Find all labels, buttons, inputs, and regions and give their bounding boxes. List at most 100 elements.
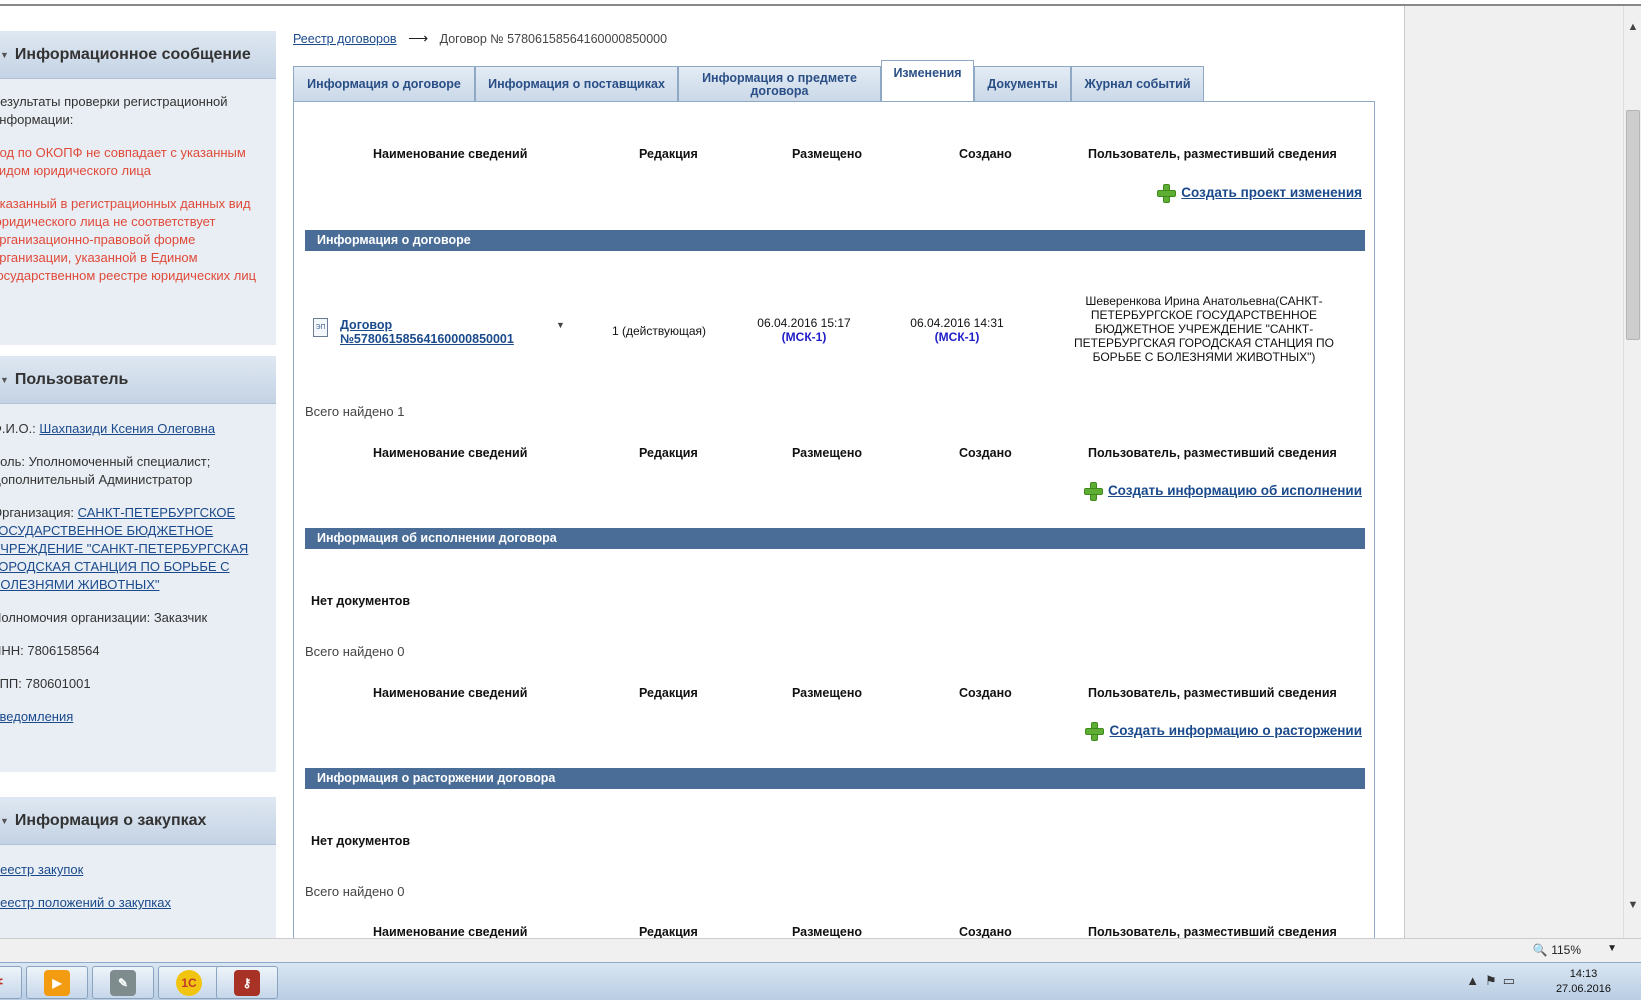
- row-placed: 06.04.2016 15:17 (МСК-1): [734, 316, 874, 344]
- row-edition: 1 (действующая): [611, 324, 707, 338]
- scroll-up-icon[interactable]: ▲: [1624, 18, 1641, 36]
- info-message-header[interactable]: ▼ Информационное сообщение: [0, 31, 276, 79]
- col-name: Наименование сведений: [373, 686, 528, 700]
- created-timezone: (МСК-1): [934, 330, 980, 344]
- placed-date: 06.04.2016 15:17: [757, 316, 851, 330]
- scrollbar-thumb[interactable]: [1626, 110, 1640, 340]
- col-name: Наименование сведений: [373, 446, 528, 460]
- no-documents-text: Нет документов: [311, 834, 411, 848]
- found-count: Всего найдено 0: [305, 644, 405, 659]
- plus-icon: [1085, 722, 1105, 741]
- col-edition: Редакция: [639, 147, 698, 161]
- contract-link-line1: Договор: [340, 318, 393, 332]
- col-edition: Редакция: [639, 686, 698, 700]
- page-margin-right: [1404, 6, 1623, 938]
- row-created: 06.04.2016 14:31 (МСК-1): [887, 316, 1027, 344]
- col-user: Пользователь, разместивший сведения: [1088, 686, 1337, 700]
- table-header: Наименование сведений Редакция Размещено…: [294, 147, 1374, 167]
- no-documents-text: Нет документов: [311, 594, 411, 608]
- procurement-header[interactable]: ▼ Информация о закупках: [0, 797, 276, 845]
- user-title: Пользователь: [14, 370, 129, 388]
- taskbar-item-1c[interactable]: 1С: [158, 966, 220, 999]
- procurement-title: Информация о закупках: [14, 811, 207, 829]
- tab-changes[interactable]: Изменения: [881, 60, 974, 102]
- user-fio-link[interactable]: Шахпазиди Ксения Олеговна: [39, 421, 215, 436]
- plus-icon: [1157, 184, 1177, 203]
- user-role: Роль: Уполномоченный специалист; Дополни…: [0, 454, 211, 487]
- procurement-panel: ▼ Информация о закупках Реестр закупок Р…: [0, 797, 276, 938]
- tab-subject-info[interactable]: Информация о предмете договора: [678, 66, 881, 102]
- tab-suppliers-info[interactable]: Информация о поставщиках: [475, 66, 678, 102]
- contracts-registry-link[interactable]: Реестр договоров: [293, 32, 397, 46]
- taskbar-item-scissors[interactable]: ✂: [0, 966, 22, 999]
- table-row: ЭП Договор №57806158564160000850001 ▼ 1 …: [294, 292, 1374, 364]
- col-placed: Размещено: [792, 925, 863, 938]
- create-change-project-button[interactable]: Создать проект изменения: [1157, 184, 1362, 203]
- contract-document-link[interactable]: Договор №57806158564160000850001: [340, 318, 514, 346]
- taskbar-item-media-player[interactable]: ▶: [26, 966, 88, 999]
- org-kpp: КПП: 780601001: [0, 676, 91, 691]
- taskbar-item-tools[interactable]: ✎: [92, 966, 154, 999]
- col-created: Создано: [959, 925, 1012, 938]
- 1c-icon: 1С: [176, 969, 202, 996]
- vertical-scrollbar[interactable]: ▲ ▼: [1623, 6, 1641, 938]
- clock-time: 14:13: [1569, 968, 1598, 980]
- regulations-registry-link[interactable]: Реестр положений о закупках: [0, 895, 171, 910]
- zoom-level[interactable]: 🔍 115%: [1533, 943, 1581, 957]
- col-user: Пользователь, разместивший сведения: [1088, 147, 1337, 161]
- create-execution-info-button[interactable]: Создать информацию об исполнении: [1083, 482, 1362, 501]
- scroll-down-icon[interactable]: ▼: [1624, 896, 1641, 914]
- browser-status-bar: 🔍 115% ▼: [0, 938, 1641, 962]
- col-placed: Размещено: [792, 686, 863, 700]
- contract-link-line2: №57806158564160000850001: [340, 332, 514, 346]
- row-user: Шеверенкова Ирина Анатольевна(САНКТ-ПЕТЕ…: [1074, 294, 1334, 364]
- key-icon: ⚷: [234, 969, 260, 996]
- table-header: Наименование сведений Редакция Размещено…: [294, 686, 1374, 706]
- breadcrumb-current: Договор № 57806158564160000850000: [439, 32, 668, 46]
- info-message-title: Информационное сообщение: [14, 45, 251, 63]
- create-execution-info-label: Создать информацию об исполнении: [1107, 483, 1362, 498]
- tab-event-log[interactable]: Журнал событий: [1071, 66, 1204, 102]
- table-header: Наименование сведений Редакция Размещено…: [294, 446, 1374, 466]
- collapse-icon[interactable]: ▼: [0, 50, 9, 60]
- org-inn: ИНН: 7806158564: [0, 643, 100, 658]
- clock[interactable]: 14:13 27.06.2016: [1556, 967, 1611, 997]
- notifications-link[interactable]: Уведомления: [0, 709, 73, 724]
- tray-icons[interactable]: ▲⚑▭: [1466, 973, 1521, 989]
- egrul-error-text: Указанный в регистрационных данных вид ю…: [0, 196, 257, 283]
- user-header[interactable]: ▼ Пользователь: [0, 356, 276, 404]
- system-tray: ▲⚑▭ 14:13 27.06.2016: [1441, 963, 1641, 1000]
- row-menu-arrow-icon[interactable]: ▼: [556, 320, 565, 330]
- collapse-icon[interactable]: ▼: [0, 816, 9, 826]
- col-created: Создано: [959, 686, 1012, 700]
- plus-icon: [1083, 482, 1103, 501]
- create-termination-info-button[interactable]: Создать информацию о расторжении: [1085, 722, 1362, 741]
- tab-contract-info[interactable]: Информация о договоре: [293, 66, 475, 102]
- zoom-dropdown-icon[interactable]: ▼: [1607, 943, 1617, 954]
- tab-bar: Информация о договоре Информация о поста…: [293, 60, 1375, 102]
- breadcrumb: Реестр договоров ⟶ Договор № 57806158564…: [293, 30, 667, 47]
- col-user: Пользователь, разместивший сведения: [1088, 925, 1337, 938]
- okopf-error-text: Код по ОКОПФ не совпадает с указанным ви…: [0, 145, 246, 178]
- window-top-border: [0, 0, 1641, 6]
- section-contract-info: Информация о договоре: [305, 230, 1365, 251]
- tab-documents[interactable]: Документы: [974, 66, 1071, 102]
- info-message-panel: ▼ Информационное сообщение Результаты пр…: [0, 31, 276, 345]
- col-name: Наименование сведений: [373, 925, 528, 938]
- found-count: Всего найдено 0: [305, 884, 405, 899]
- col-created: Создано: [959, 446, 1012, 460]
- taskbar-item-access[interactable]: ⚷: [216, 966, 278, 999]
- collapse-icon[interactable]: ▼: [0, 375, 9, 385]
- table-header: Наименование сведений Редакция Размещено…: [294, 925, 1374, 938]
- tools-icon: ✎: [110, 969, 136, 996]
- check-result-text: Результаты проверки регистрационной инфо…: [0, 94, 228, 127]
- signed-document-icon: ЭП: [313, 318, 328, 337]
- clock-date: 27.06.2016: [1555, 983, 1611, 995]
- user-fio: Ф.И.О.: Шахпазиди Ксения Олеговна: [0, 420, 262, 438]
- user-organization: Организация: САНКТ-ПЕТЕРБУРГСКОЕ ГОСУДАР…: [0, 504, 262, 594]
- col-user: Пользователь, разместивший сведения: [1088, 446, 1337, 460]
- org-label: Организация:: [0, 505, 75, 520]
- section-execution-info: Информация об исполнении договора: [305, 528, 1365, 549]
- procurement-registry-link[interactable]: Реестр закупок: [0, 862, 83, 877]
- windows-taskbar: ✂ ▶ ✎ 1С ⚷ ▲⚑▭ 14:13 27.06.2016: [0, 962, 1641, 1000]
